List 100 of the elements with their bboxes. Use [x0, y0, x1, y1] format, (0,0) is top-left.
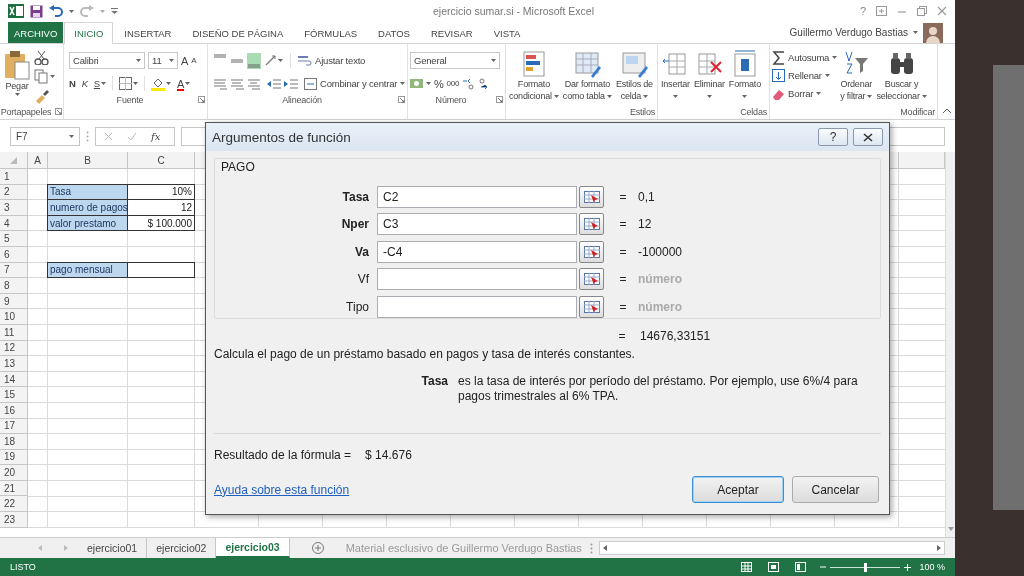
row-header[interactable]: 10: [0, 309, 28, 325]
ribbon-button[interactable]: Eliminar: [692, 48, 726, 104]
undo-icon[interactable]: [49, 5, 63, 17]
ribbon-button[interactable]: Dar formato como tabla: [561, 48, 613, 104]
help-link[interactable]: Ayuda sobre esta función: [214, 482, 684, 497]
collapse-ribbon-icon[interactable]: [943, 108, 951, 113]
save-icon[interactable]: [30, 4, 43, 18]
column-header[interactable]: C: [128, 152, 195, 169]
argument-field[interactable]: [377, 295, 577, 318]
dialog-button[interactable]: Cancelar: [792, 476, 879, 503]
close-icon[interactable]: [937, 6, 947, 16]
name-box[interactable]: F7: [10, 126, 80, 146]
wrap-text-button[interactable]: Ajustar texto: [298, 53, 366, 68]
normal-view-icon[interactable]: [741, 562, 753, 572]
help-button[interactable]: ?: [859, 5, 866, 17]
percent-button[interactable]: %: [434, 77, 444, 90]
paste-button[interactable]: Pegar: [2, 48, 32, 104]
font-size-combo[interactable]: 11: [148, 52, 178, 69]
shrink-font-button[interactable]: A: [191, 56, 197, 65]
ribbon-button[interactable]: Formato condicional: [508, 48, 560, 104]
zoom-level[interactable]: 100 %: [919, 562, 945, 572]
font-color-button[interactable]: A: [176, 77, 185, 90]
row-header[interactable]: 3: [0, 200, 28, 216]
row-header[interactable]: 23: [0, 512, 28, 528]
zoom-out-icon[interactable]: [820, 564, 827, 570]
ribbon-button[interactable]: Autosuma: [772, 50, 838, 65]
row-header[interactable]: 15: [0, 387, 28, 403]
customize-icon[interactable]: [111, 8, 118, 14]
ribbon-button[interactable]: Insertar: [660, 48, 691, 104]
merge-center-button[interactable]: Combinar y centrar: [304, 76, 406, 91]
file-tab[interactable]: ARCHIVO: [8, 22, 64, 43]
row-header[interactable]: 22: [0, 496, 28, 513]
zoom-in-icon[interactable]: [904, 563, 912, 571]
italic-button[interactable]: K: [81, 78, 88, 89]
ribbon-button[interactable]: Formato: [727, 48, 762, 104]
zoom-slider-thumb[interactable]: [864, 562, 868, 572]
value-cell[interactable]: $ 100.000: [127, 214, 195, 232]
ribbon-button[interactable]: Borrar: [772, 86, 838, 101]
range-select-button[interactable]: [579, 240, 604, 263]
currency-icon[interactable]: [410, 77, 425, 90]
range-select-button[interactable]: [579, 213, 604, 235]
grow-font-button[interactable]: A: [181, 54, 189, 67]
ribbon-tab[interactable]: INICIO: [64, 22, 114, 44]
dialog-button[interactable]: Aceptar: [692, 476, 784, 503]
ribbon-button[interactable]: Ordenar y filtrar: [839, 48, 874, 104]
row-header[interactable]: 8: [0, 278, 28, 294]
excel-logo-icon[interactable]: [8, 3, 24, 19]
value-cell[interactable]: 10%: [127, 183, 195, 201]
row-header[interactable]: 13: [0, 356, 28, 372]
row-header[interactable]: 18: [0, 434, 28, 450]
thousands-button[interactable]: 000: [446, 79, 460, 88]
decrease-indent-icon[interactable]: [267, 77, 281, 90]
range-select-button[interactable]: [579, 268, 604, 290]
argument-field[interactable]: C3: [377, 213, 577, 235]
ribbon-button[interactable]: Estilos de celda: [614, 48, 654, 104]
maximize-icon[interactable]: [917, 6, 927, 16]
user-name[interactable]: Guillermo Verdugo Bastias: [789, 27, 908, 38]
ribbon-tab[interactable]: FÓRMULAS: [294, 22, 368, 43]
ribbon-tab[interactable]: DATOS: [368, 22, 420, 43]
format-painter-icon[interactable]: [34, 88, 50, 104]
add-sheet-icon[interactable]: [311, 542, 324, 554]
range-select-button[interactable]: [579, 295, 604, 318]
bold-button[interactable]: N: [69, 78, 76, 89]
column-header[interactable]: B: [48, 152, 128, 169]
value-cell[interactable]: 12: [127, 199, 195, 216]
argument-field[interactable]: C2: [377, 185, 577, 208]
font-name-combo[interactable]: Calibri: [69, 52, 145, 69]
dialog-launcher-icon[interactable]: [496, 96, 503, 103]
column-header[interactable]: A: [28, 152, 48, 169]
orientation-icon[interactable]: [264, 54, 277, 67]
argument-field[interactable]: -C4: [377, 240, 577, 263]
page-break-icon[interactable]: [795, 562, 807, 572]
bottom-align-icon[interactable]: [247, 52, 261, 69]
check-icon[interactable]: [127, 131, 137, 141]
underline-button[interactable]: S: [93, 78, 100, 89]
dialog-launcher-icon[interactable]: [398, 96, 405, 103]
ribbon-tab[interactable]: INSERTAR: [114, 22, 182, 43]
ribbon-button[interactable]: Buscar y seleccionar: [875, 48, 928, 104]
row-header[interactable]: 5: [0, 231, 28, 247]
value-cell[interactable]: [127, 261, 195, 279]
ribbon-button[interactable]: Rellenar: [772, 68, 838, 83]
ribbon-tab[interactable]: REVISAR: [420, 22, 483, 43]
insert-function-button[interactable]: fx: [151, 130, 161, 142]
row-header[interactable]: 1: [0, 169, 28, 185]
increase-indent-icon[interactable]: [284, 77, 298, 90]
close-button[interactable]: [853, 128, 883, 146]
label-cell[interactable]: numero de pagos: [47, 199, 128, 216]
fill-color-icon[interactable]: [150, 76, 165, 91]
horizontal-scrollbar[interactable]: [598, 541, 945, 555]
range-select-button[interactable]: [579, 185, 604, 208]
page-layout-icon[interactable]: [768, 562, 780, 572]
label-cell[interactable]: pago mensual: [47, 261, 128, 279]
number-format-combo[interactable]: General: [410, 52, 500, 69]
dialog-launcher-icon[interactable]: [198, 96, 205, 103]
ribbon-tab[interactable]: DISEÑO DE PÁGINA: [182, 22, 294, 43]
cut-icon[interactable]: [34, 50, 49, 65]
sheet-tab[interactable]: ejercicio03: [216, 538, 290, 558]
ribbon-display-icon[interactable]: [876, 6, 887, 16]
vertical-scrollbar[interactable]: [945, 152, 955, 537]
argument-field[interactable]: [377, 268, 577, 290]
